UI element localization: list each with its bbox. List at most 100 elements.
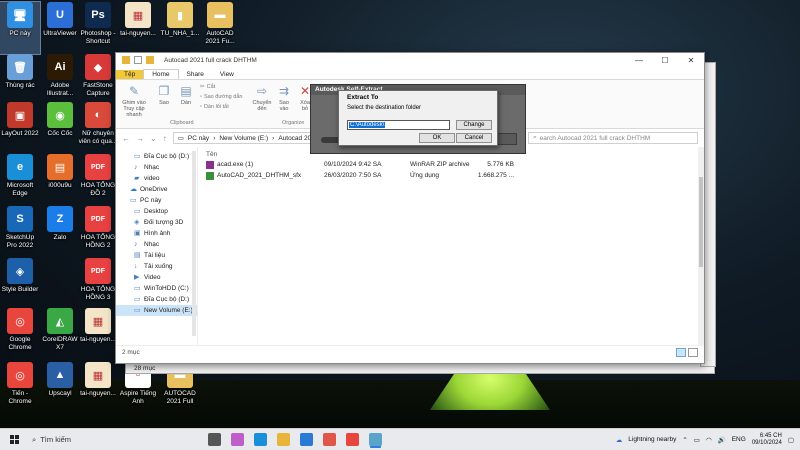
desktop-icon[interactable]: ◭ CorelDRAW X7	[40, 308, 80, 360]
desktop-icon[interactable]: U UltraViewer	[40, 2, 80, 54]
desktop-icon[interactable]: Z Zalo	[40, 206, 80, 258]
desktop-icon[interactable]: 🖥 PC này	[0, 1, 41, 55]
desktop-icon[interactable]: ▣ LayOut 2022	[0, 102, 40, 154]
desktop-icon[interactable]: ◈ Style Builder	[0, 258, 40, 310]
weather-icon[interactable]: ☁	[616, 436, 623, 444]
ok-button[interactable]: OK	[419, 133, 455, 143]
desktop-icon[interactable]: ◐ Nữ chuyên viên có qua...	[78, 102, 118, 154]
search-box[interactable]: ⌕ earch Autocad 2021 full crack DHTHM	[528, 132, 698, 144]
nav-item[interactable]: ▭ Đĩa Cục bộ (D:)	[116, 151, 197, 162]
weather-label[interactable]: Lightning nearby	[628, 436, 676, 443]
breadcrumb-pc[interactable]: PC này	[188, 135, 209, 142]
nav-item[interactable]: ▭ PC này	[116, 195, 197, 206]
nav-item[interactable]: ▰ video	[116, 173, 197, 184]
nav-item[interactable]: ♪ Nhạc	[116, 239, 197, 250]
cancel-button[interactable]: Cancel	[456, 133, 492, 143]
nav-scrollbar[interactable]	[192, 151, 196, 336]
move-to-button[interactable]: ⇨ Chuyển đến	[252, 84, 272, 112]
cut-button[interactable]: ✂ Cắt	[200, 84, 215, 90]
desktop-icon[interactable]: PDF HOA TỔNG HỒNG 2	[78, 206, 118, 258]
tab-view[interactable]: View	[212, 70, 242, 79]
desktop-icon[interactable]: ▤ i000u9u	[40, 154, 80, 206]
notifications-icon[interactable]: ▢	[788, 436, 794, 444]
up-arrow-icon[interactable]: ↑	[163, 134, 167, 143]
language-indicator[interactable]: ENG	[732, 436, 746, 443]
app-icon: ▬	[207, 2, 233, 28]
clock[interactable]: 6:45 CH 09/10/2024	[752, 433, 782, 447]
desktop-icon[interactable]: ▬ AutoCAD 2021 Fu...	[200, 2, 240, 54]
nav-item[interactable]: ▣ Hình ảnh	[116, 228, 197, 239]
nav-item[interactable]: ▭ New Volume (E:)	[116, 305, 197, 316]
taskbar-autodesk-sfx-icon[interactable]	[369, 433, 382, 446]
taskbar-chrome-icon[interactable]	[346, 433, 359, 446]
desktop-icon[interactable]: ▦ tai-nguyen...	[78, 308, 118, 360]
desktop-icon[interactable]: Ps Photoshop - Shortcut	[78, 2, 118, 54]
taskbar-mail-icon[interactable]	[300, 433, 313, 446]
maximize-button[interactable]: ☐	[652, 53, 678, 67]
back-arrow-icon[interactable]: ←	[122, 134, 130, 143]
taskbar-edge-icon[interactable]	[254, 433, 267, 446]
extract-to-dialog[interactable]: Extract To Select the destination folder…	[338, 90, 498, 146]
nav-item[interactable]: ▭ Desktop	[116, 206, 197, 217]
forward-arrow-icon[interactable]: →	[136, 134, 144, 143]
taskbar-search[interactable]: ⌕ Tìm kiếm	[28, 435, 178, 445]
start-button[interactable]	[0, 429, 28, 450]
tab-file[interactable]: Tệp	[116, 70, 144, 79]
wifi-icon[interactable]: ◠	[706, 436, 712, 444]
taskbar-copilot-icon[interactable]	[231, 433, 244, 446]
nav-item[interactable]: ▶ Video	[116, 272, 197, 283]
desktop-icon[interactable]: Ai Adobe Illustrat...	[40, 54, 80, 106]
details-view-icon[interactable]	[676, 348, 686, 357]
nav-item[interactable]: ◈ Đối tượng 3D	[116, 217, 197, 228]
desktop-icon-label: Photoshop - Shortcut	[80, 30, 116, 45]
desktop-icon[interactable]: ▦ tai-nguyen...	[118, 2, 158, 54]
nav-item[interactable]: ☁ OneDrive	[116, 184, 197, 195]
paste-shortcut-button[interactable]: ▫ Dán lối tắt	[200, 104, 229, 110]
desktop-icon[interactable]: ▮ TU_NHA_1...	[160, 2, 200, 54]
desktop-icon[interactable]: ◎ Google Chrome	[0, 308, 40, 360]
minimize-button[interactable]: —	[626, 53, 652, 67]
file-row[interactable]: acad.exe (1) 09/10/2024 9:42 SA WinRAR ZIP…	[206, 159, 704, 170]
desktop-icon[interactable]: ▦ tai-nguyen...	[78, 362, 118, 414]
desktop-icon[interactable]: ◆ FastStone Capture	[78, 54, 118, 106]
tab-share[interactable]: Share	[179, 70, 212, 79]
desktop-icon[interactable]: 🗑 Thùng rác	[0, 54, 40, 106]
nav-item[interactable]: ▤ Tài liệu	[116, 250, 197, 261]
desktop-icon-label: HOA TỔNG HỒNG 3	[80, 286, 116, 301]
copy-path-button[interactable]: ▫ Sao đường dẫn	[200, 94, 242, 100]
desktop-icon[interactable]: ◎ Tiến - Chrome	[0, 362, 40, 414]
desktop-icon[interactable]: PDF HOA TỔNG HỒNG 3	[78, 258, 118, 310]
taskbar-task-view-icon[interactable]	[208, 433, 221, 446]
nav-item[interactable]: ♪ Nhạc	[116, 162, 197, 173]
desktop-icon[interactable]: ▲ Upscayl	[40, 362, 80, 414]
taskbar-file-explorer-icon[interactable]	[277, 433, 290, 446]
destination-path-field[interactable]: C:\Autodesk\	[347, 120, 450, 130]
tab-home[interactable]: Home	[143, 69, 179, 79]
desktop-icon[interactable]: ◉ Cốc Cốc	[40, 102, 80, 154]
paste-button[interactable]: ▤ Dán	[178, 84, 194, 106]
new-folder-icon[interactable]	[146, 56, 154, 64]
file-row[interactable]: AutoCAD_2021_DHTHM_sfx 26/03/2020 7:50 SA…	[206, 170, 704, 181]
nav-item[interactable]: ▭ Đĩa Cục bộ (D:)	[116, 294, 197, 305]
copy-to-button[interactable]: ⇉ Sao vào	[276, 84, 292, 112]
pin-quick-access-button[interactable]: ✎ Ghim vào Truy cập nhanh	[118, 84, 150, 118]
content-scrollbar[interactable]	[698, 147, 704, 345]
nav-item[interactable]: ↓ Tải xuống	[116, 261, 197, 272]
breadcrumb-volume[interactable]: New Volume (E:)	[219, 135, 268, 142]
check-icon[interactable]	[134, 56, 142, 64]
desktop-icon[interactable]: PDF HOA TỔNG ĐỒ 2	[78, 154, 118, 206]
title-bar[interactable]: Autocad 2021 full crack DHTHM — ☐ ✕	[116, 53, 704, 67]
desktop-icon[interactable]: e Microsoft Edge	[0, 154, 40, 206]
recent-chevron-icon[interactable]: ⌄	[150, 134, 157, 143]
taskbar-cococ-icon[interactable]	[323, 433, 336, 446]
change-button[interactable]: Change	[456, 120, 492, 130]
close-button[interactable]: ✕	[678, 53, 704, 67]
desktop-icon[interactable]: S SketchUp Pro 2022	[0, 206, 40, 258]
network-icon[interactable]: ▭	[694, 436, 700, 444]
copy-button[interactable]: ❐ Sao	[156, 84, 172, 106]
scroll-thumb[interactable]	[699, 177, 703, 267]
nav-item[interactable]: ▭ WinToHDD (C:)	[116, 283, 197, 294]
tray-chevron-icon[interactable]: ⌃	[682, 436, 687, 444]
volume-icon[interactable]: 🔊	[718, 436, 726, 444]
large-icons-view-icon[interactable]	[688, 348, 698, 357]
